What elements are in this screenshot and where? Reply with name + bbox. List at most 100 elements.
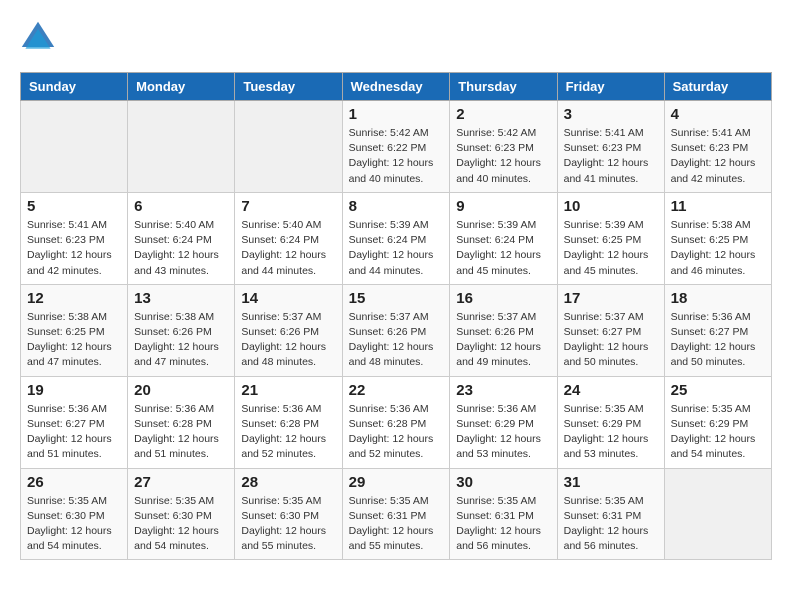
- day-number: 12: [27, 290, 121, 307]
- day-info: Sunrise: 5:41 AM Sunset: 6:23 PM Dayligh…: [671, 126, 765, 187]
- day-number: 6: [134, 198, 228, 215]
- day-number: 26: [27, 474, 121, 491]
- day-info: Sunrise: 5:38 AM Sunset: 6:26 PM Dayligh…: [134, 310, 228, 371]
- day-info: Sunrise: 5:35 AM Sunset: 6:30 PM Dayligh…: [134, 494, 228, 555]
- week-row-3: 12 Sunrise: 5:38 AM Sunset: 6:25 PM Dayli…: [21, 284, 772, 376]
- calendar-cell: 8Sunrise: 5:39 AM Sunset: 6:24 PM Daylig…: [342, 192, 450, 284]
- header-cell-tuesday: Tuesday: [235, 73, 342, 101]
- calendar-cell: 15 Sunrise: 5:37 AM Sunset: 6:26 PM Dayli…: [342, 284, 450, 376]
- day-number: 16: [456, 290, 550, 307]
- day-info: Sunrise: 5:36 AM Sunset: 6:28 PM Dayligh…: [241, 402, 335, 463]
- calendar-table: SundayMondayTuesdayWednesdayThursdayFrid…: [20, 72, 772, 560]
- day-number: 1: [349, 106, 444, 123]
- day-number: 17: [564, 290, 658, 307]
- day-number: 21: [241, 382, 335, 399]
- day-info: Sunrise: 5:35 AM Sunset: 6:30 PM Dayligh…: [27, 494, 121, 555]
- page-header: [20, 20, 772, 56]
- day-info: Sunrise: 5:37 AM Sunset: 6:26 PM Dayligh…: [456, 310, 550, 371]
- calendar-cell: 10Sunrise: 5:39 AM Sunset: 6:25 PM Dayli…: [557, 192, 664, 284]
- calendar-cell: 19 Sunrise: 5:36 AM Sunset: 6:27 PM Dayli…: [21, 376, 128, 468]
- calendar-cell: 11 Sunrise: 5:38 AM Sunset: 6:25 PM Dayli…: [664, 192, 771, 284]
- logo-icon: [20, 20, 56, 56]
- header-cell-sunday: Sunday: [21, 73, 128, 101]
- day-number: 29: [349, 474, 444, 491]
- day-info: Sunrise: 5:35 AM Sunset: 6:31 PM Dayligh…: [564, 494, 658, 555]
- day-number: 31: [564, 474, 658, 491]
- day-info: Sunrise: 5:38 AM Sunset: 6:25 PM Dayligh…: [27, 310, 121, 371]
- day-info: Sunrise: 5:36 AM Sunset: 6:27 PM Dayligh…: [27, 402, 121, 463]
- day-info: Sunrise: 5:39 AM Sunset: 6:24 PM Dayligh…: [456, 218, 550, 279]
- day-number: 2: [456, 106, 550, 123]
- header-cell-friday: Friday: [557, 73, 664, 101]
- calendar-cell: 23 Sunrise: 5:36 AM Sunset: 6:29 PM Dayli…: [450, 376, 557, 468]
- calendar-cell: 9 Sunrise: 5:39 AM Sunset: 6:24 PM Daylig…: [450, 192, 557, 284]
- day-number: 22: [349, 382, 444, 399]
- day-info: Sunrise: 5:40 AM Sunset: 6:24 PM Dayligh…: [134, 218, 228, 279]
- calendar-cell: [235, 101, 342, 193]
- day-number: 13: [134, 290, 228, 307]
- day-info: Sunrise: 5:39 AM Sunset: 6:24 PM Dayligh…: [349, 218, 444, 279]
- calendar-cell: 20 Sunrise: 5:36 AM Sunset: 6:28 PM Dayli…: [128, 376, 235, 468]
- calendar-cell: 1 Sunrise: 5:42 AM Sunset: 6:22 PM Daylig…: [342, 101, 450, 193]
- day-info: Sunrise: 5:41 AM Sunset: 6:23 PM Dayligh…: [27, 218, 121, 279]
- calendar-cell: 16 Sunrise: 5:37 AM Sunset: 6:26 PM Dayli…: [450, 284, 557, 376]
- day-info: Sunrise: 5:36 AM Sunset: 6:29 PM Dayligh…: [456, 402, 550, 463]
- calendar-cell: 31 Sunrise: 5:35 AM Sunset: 6:31 PM Dayli…: [557, 468, 664, 560]
- day-info: Sunrise: 5:35 AM Sunset: 6:30 PM Dayligh…: [241, 494, 335, 555]
- calendar-cell: 2Sunrise: 5:42 AM Sunset: 6:23 PM Daylig…: [450, 101, 557, 193]
- day-number: 28: [241, 474, 335, 491]
- day-number: 10: [564, 198, 658, 215]
- calendar-cell: [128, 101, 235, 193]
- calendar-cell: 12 Sunrise: 5:38 AM Sunset: 6:25 PM Dayli…: [21, 284, 128, 376]
- week-row-2: 5 Sunrise: 5:41 AM Sunset: 6:23 PM Daylig…: [21, 192, 772, 284]
- day-number: 7: [241, 198, 335, 215]
- day-number: 30: [456, 474, 550, 491]
- calendar-cell: [664, 468, 771, 560]
- calendar-cell: 22 Sunrise: 5:36 AM Sunset: 6:28 PM Dayli…: [342, 376, 450, 468]
- week-row-1: 1 Sunrise: 5:42 AM Sunset: 6:22 PM Daylig…: [21, 101, 772, 193]
- header-row: SundayMondayTuesdayWednesdayThursdayFrid…: [21, 73, 772, 101]
- calendar-cell: 7 Sunrise: 5:40 AM Sunset: 6:24 PM Daylig…: [235, 192, 342, 284]
- logo: [20, 20, 62, 56]
- calendar-cell: 29 Sunrise: 5:35 AM Sunset: 6:31 PM Dayli…: [342, 468, 450, 560]
- calendar-cell: 4 Sunrise: 5:41 AM Sunset: 6:23 PM Daylig…: [664, 101, 771, 193]
- calendar-cell: [21, 101, 128, 193]
- day-info: Sunrise: 5:37 AM Sunset: 6:26 PM Dayligh…: [241, 310, 335, 371]
- header-cell-thursday: Thursday: [450, 73, 557, 101]
- day-info: Sunrise: 5:41 AM Sunset: 6:23 PM Dayligh…: [564, 126, 658, 187]
- day-info: Sunrise: 5:37 AM Sunset: 6:27 PM Dayligh…: [564, 310, 658, 371]
- day-info: Sunrise: 5:42 AM Sunset: 6:22 PM Dayligh…: [349, 126, 444, 187]
- day-info: Sunrise: 5:36 AM Sunset: 6:28 PM Dayligh…: [134, 402, 228, 463]
- day-number: 23: [456, 382, 550, 399]
- day-number: 15: [349, 290, 444, 307]
- day-number: 11: [671, 198, 765, 215]
- day-info: Sunrise: 5:37 AM Sunset: 6:26 PM Dayligh…: [349, 310, 444, 371]
- header-cell-wednesday: Wednesday: [342, 73, 450, 101]
- day-number: 4: [671, 106, 765, 123]
- calendar-cell: 27Sunrise: 5:35 AM Sunset: 6:30 PM Dayli…: [128, 468, 235, 560]
- day-info: Sunrise: 5:35 AM Sunset: 6:29 PM Dayligh…: [671, 402, 765, 463]
- day-number: 19: [27, 382, 121, 399]
- week-row-4: 19 Sunrise: 5:36 AM Sunset: 6:27 PM Dayli…: [21, 376, 772, 468]
- day-number: 3: [564, 106, 658, 123]
- calendar-cell: 26 Sunrise: 5:35 AM Sunset: 6:30 PM Dayli…: [21, 468, 128, 560]
- calendar-cell: 17 Sunrise: 5:37 AM Sunset: 6:27 PM Dayli…: [557, 284, 664, 376]
- day-info: Sunrise: 5:36 AM Sunset: 6:27 PM Dayligh…: [671, 310, 765, 371]
- calendar-cell: 5 Sunrise: 5:41 AM Sunset: 6:23 PM Daylig…: [21, 192, 128, 284]
- day-info: Sunrise: 5:36 AM Sunset: 6:28 PM Dayligh…: [349, 402, 444, 463]
- day-info: Sunrise: 5:35 AM Sunset: 6:31 PM Dayligh…: [456, 494, 550, 555]
- day-number: 5: [27, 198, 121, 215]
- calendar-cell: 13 Sunrise: 5:38 AM Sunset: 6:26 PM Dayli…: [128, 284, 235, 376]
- header-cell-saturday: Saturday: [664, 73, 771, 101]
- day-info: Sunrise: 5:35 AM Sunset: 6:31 PM Dayligh…: [349, 494, 444, 555]
- day-number: 20: [134, 382, 228, 399]
- day-info: Sunrise: 5:40 AM Sunset: 6:24 PM Dayligh…: [241, 218, 335, 279]
- calendar-cell: 21 Sunrise: 5:36 AM Sunset: 6:28 PM Dayli…: [235, 376, 342, 468]
- day-number: 14: [241, 290, 335, 307]
- day-info: Sunrise: 5:35 AM Sunset: 6:29 PM Dayligh…: [564, 402, 658, 463]
- calendar-cell: 18 Sunrise: 5:36 AM Sunset: 6:27 PM Dayli…: [664, 284, 771, 376]
- day-number: 9: [456, 198, 550, 215]
- day-number: 24: [564, 382, 658, 399]
- day-info: Sunrise: 5:38 AM Sunset: 6:25 PM Dayligh…: [671, 218, 765, 279]
- day-number: 18: [671, 290, 765, 307]
